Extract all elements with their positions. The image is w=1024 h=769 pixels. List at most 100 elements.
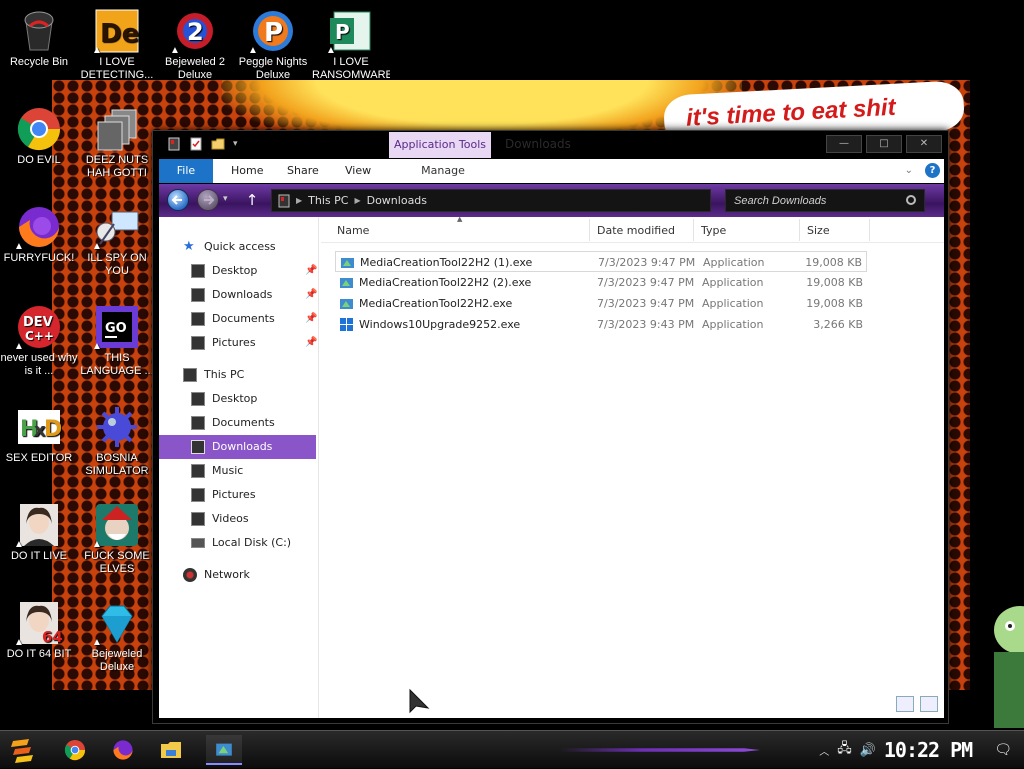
nav-pc-documents[interactable]: Documents: [191, 411, 275, 435]
desktop-icon-label: ILL SPY ON YOU: [87, 252, 147, 277]
tab-manage[interactable]: Manage: [391, 159, 495, 183]
nav-quick-desktop[interactable]: Desktop: [191, 259, 257, 283]
file-row[interactable]: MediaCreationTool22H2 (2).exe 7/3/2023 9…: [335, 272, 867, 293]
breadcrumb-this-pc[interactable]: This PC: [308, 194, 348, 207]
tab-view[interactable]: View: [333, 159, 383, 183]
close-button[interactable]: ✕: [906, 135, 942, 153]
desktop-icon-bejeweled-2[interactable]: 2 ▲ Bejeweled 2 Deluxe: [156, 8, 234, 82]
file-row[interactable]: MediaCreationTool22H2.exe 7/3/2023 9:47 …: [335, 293, 867, 314]
nav-pc-pictures[interactable]: Pictures: [191, 483, 256, 507]
column-header-size[interactable]: Size: [807, 224, 830, 237]
sort-indicator-icon: ▲: [457, 215, 463, 223]
taskbar-firefox[interactable]: [108, 735, 138, 765]
tab-share[interactable]: Share: [275, 159, 331, 183]
taskbar-chrome[interactable]: [60, 735, 90, 765]
nav-quick-downloads[interactable]: Downloads: [191, 283, 272, 307]
desktop-icon-do-it-live[interactable]: ▲ DO IT LIVE: [0, 502, 78, 563]
minimize-button[interactable]: —: [826, 135, 862, 153]
nav-pc-desktop[interactable]: Desktop: [191, 387, 257, 411]
show-hidden-icons-icon[interactable]: ︿: [819, 743, 829, 758]
title-bar[interactable]: ▾ Application Tools Downloads — □ ✕: [153, 131, 948, 158]
large-icons-view-button[interactable]: [920, 696, 938, 712]
desktop-icon-goland[interactable]: GO ▲ THIS LANGUAGE ...: [78, 304, 156, 378]
desktop-icon-label: DEEZ NUTS HAH GOTTI: [85, 154, 149, 179]
details-view-button[interactable]: [896, 696, 914, 712]
recent-locations-icon[interactable]: ▾: [223, 194, 228, 204]
new-folder-icon[interactable]: [211, 137, 225, 151]
action-center-icon[interactable]: 🗨: [994, 742, 1012, 758]
file-list[interactable]: ▲ Name Date modified Type Size MediaCrea…: [321, 215, 944, 718]
properties-icon[interactable]: [189, 137, 203, 151]
tab-file[interactable]: File: [159, 159, 213, 183]
desktop-icon-chrome[interactable]: DO EVIL: [0, 106, 78, 167]
column-separator[interactable]: [693, 219, 694, 241]
desktop-folder-icon: [191, 264, 205, 278]
nav-label: This PC: [204, 368, 245, 381]
help-icon[interactable]: ?: [925, 163, 940, 178]
tab-home[interactable]: Home: [219, 159, 275, 183]
network-tray-icon[interactable]: 🖧: [837, 739, 852, 761]
file-date: 7/3/2023 9:47 PM: [598, 256, 696, 269]
back-arrow-icon: [171, 195, 182, 205]
nav-pc-downloads[interactable]: Downloads: [159, 435, 316, 459]
desktop-icon-hxd[interactable]: HxD SEX EDITOR: [0, 404, 78, 465]
svg-text:GO: GO: [105, 321, 127, 336]
desktop-icon-spy[interactable]: ▲ ILL SPY ON YOU: [78, 204, 156, 278]
customize-toolbar-icon[interactable]: ▾: [233, 139, 238, 149]
back-button[interactable]: [167, 189, 189, 211]
expand-ribbon-icon[interactable]: ⌄: [905, 165, 913, 176]
nav-quick-pictures[interactable]: Pictures: [191, 331, 256, 355]
nav-label: Desktop: [212, 392, 258, 405]
nav-quick-documents[interactable]: Documents: [191, 307, 275, 331]
quick-access-toolbar: ▾: [167, 137, 238, 151]
up-button[interactable]: ↑: [243, 191, 261, 209]
column-header-type[interactable]: Type: [701, 224, 726, 237]
nav-pc-local-disk[interactable]: Local Disk (C:): [191, 531, 291, 555]
nav-label: Music: [212, 464, 244, 477]
forward-button[interactable]: [197, 189, 219, 211]
column-header-date[interactable]: Date modified: [597, 224, 675, 237]
column-header-name[interactable]: Name: [337, 224, 369, 237]
column-separator[interactable]: [799, 219, 800, 241]
clock[interactable]: 10:22 PM: [884, 738, 973, 762]
explorer-window[interactable]: ▾ Application Tools Downloads — □ ✕ File…: [152, 130, 949, 724]
desktop-icon-firefox[interactable]: ▲ FURRYFUCK!: [0, 204, 78, 265]
taskbar-file-explorer[interactable]: [156, 735, 186, 765]
file-row[interactable]: MediaCreationTool22H2 (1).exe 7/3/2023 9…: [335, 251, 867, 272]
navigation-pane[interactable]: ★ Quick access Desktop 📌 Downloads 📌 Docu…: [159, 217, 319, 718]
desktop-icon-recycle-bin[interactable]: Recycle Bin: [0, 8, 78, 69]
nav-quick-access[interactable]: ★ Quick access: [183, 235, 276, 259]
tab-application-tools[interactable]: Application Tools: [389, 132, 491, 158]
pin-icon: 📌: [305, 289, 318, 300]
column-separator[interactable]: [869, 219, 870, 241]
nav-pc-music[interactable]: Music: [191, 459, 243, 483]
search-icon[interactable]: [906, 195, 916, 205]
nav-pc-videos[interactable]: Videos: [191, 507, 249, 531]
desktop-icon-label: Bejeweled Deluxe: [91, 648, 143, 673]
maximize-button[interactable]: □: [866, 135, 902, 153]
desktop-icon-publisher[interactable]: P ▲ I LOVE RANSOMWARE: [312, 8, 390, 82]
caption-buttons: — □ ✕: [826, 135, 942, 153]
desktop-icon-do-it-64-bit[interactable]: 64 ▲ DO IT 64 BIT: [0, 600, 78, 661]
desktop-icon-label: Peggle Nights Deluxe: [238, 56, 308, 81]
nav-this-pc[interactable]: This PC: [183, 363, 244, 387]
volume-icon[interactable]: 🔊: [860, 743, 876, 758]
nav-network[interactable]: Network: [183, 563, 250, 587]
search-input[interactable]: [725, 189, 925, 212]
desktop-icon-bosnia[interactable]: BOSNIA SIMULATOR: [78, 404, 156, 478]
taskbar-media-creation-tool[interactable]: [206, 735, 242, 765]
column-separator[interactable]: [589, 219, 590, 241]
desktop-icon-peggle[interactable]: P ▲ Peggle Nights Deluxe: [234, 8, 312, 82]
desktop-icon-label: FUCK SOME ELVES: [84, 550, 150, 575]
desktop-icon-deez-nuts[interactable]: DEEZ NUTS HAH GOTTI: [78, 106, 156, 180]
desktop-icon-detect-it-easy[interactable]: De ▲ I LOVE DETECTING...: [78, 8, 156, 82]
desktop-icon-bejeweled[interactable]: ▲ Bejeweled Deluxe: [78, 600, 156, 674]
file-row[interactable]: Windows10Upgrade9252.exe 7/3/2023 9:43 P…: [335, 314, 867, 335]
start-button[interactable]: [8, 735, 38, 765]
desktop-icon-elves[interactable]: ▲ FUCK SOME ELVES: [78, 502, 156, 576]
desktop-icon-dev-cpp[interactable]: DEV C++ ▲ never used why is it ...: [0, 304, 78, 378]
file-name: MediaCreationTool22H2 (2).exe: [359, 276, 532, 289]
address-bar[interactable]: ▶ This PC ▶ Downloads: [271, 189, 711, 212]
desktop-icon-label: I LOVE RANSOMWARE: [312, 56, 390, 81]
breadcrumb-downloads[interactable]: Downloads: [367, 194, 427, 207]
